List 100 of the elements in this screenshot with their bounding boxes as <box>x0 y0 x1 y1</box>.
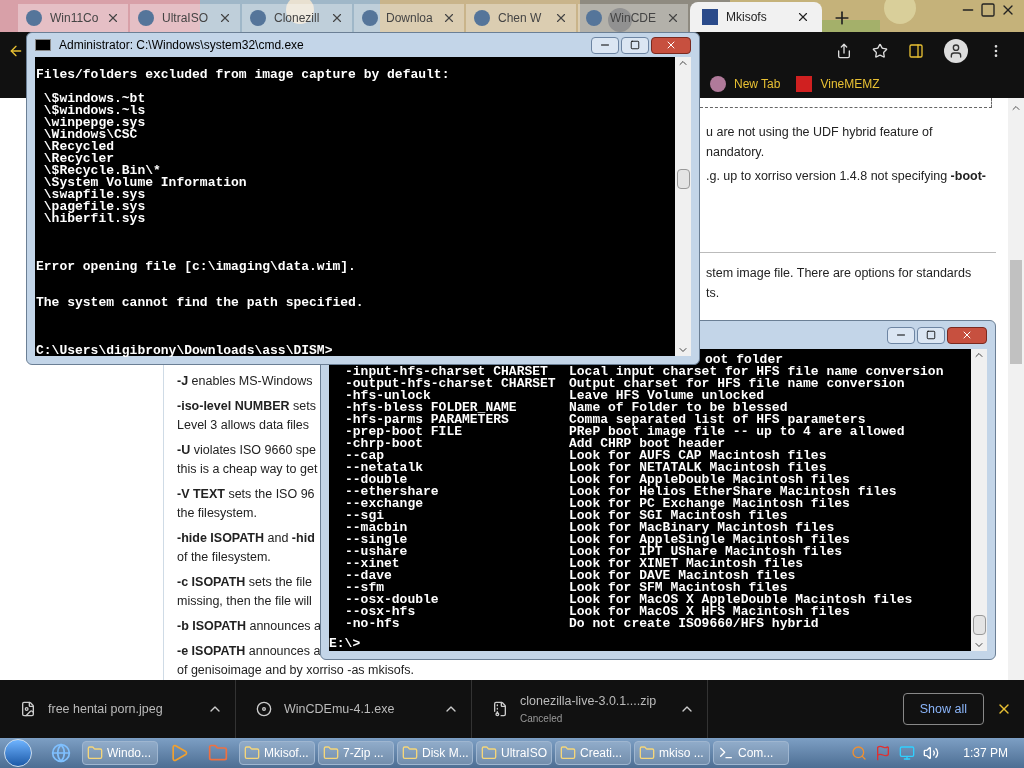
article-text: nandatory. <box>706 145 765 159</box>
option-description: Look for SGI Macintosh files <box>569 510 788 522</box>
console-line: The system cannot find the path specified. <box>36 297 364 309</box>
console-line: \$windows.~bt <box>42 93 146 105</box>
option-text: --macbin <box>345 522 408 534</box>
side-panel-icon[interactable] <box>908 43 924 59</box>
console-line: \System Volume Information <box>42 177 247 189</box>
option-description: Look for IPT UShare Macintosh files <box>569 546 843 558</box>
close-icon <box>961 329 973 341</box>
close-icon[interactable] <box>218 11 232 25</box>
option-text: --osx-hfs <box>345 606 416 618</box>
option-description: Add CHRP boot header <box>569 438 726 450</box>
option-description: Look for NETATALK Macintosh files <box>569 462 827 474</box>
close-icon[interactable] <box>330 11 344 25</box>
tab-title: Chen W <box>498 10 543 27</box>
tab-favicon-icon <box>702 9 718 25</box>
console-line: \Windows\CSC <box>42 129 138 141</box>
scrollbar-thumb[interactable] <box>1010 260 1022 364</box>
option-description: Comma separated list of HFS parameters <box>569 414 866 426</box>
option-description: Look for PC Exchange Macintosh files <box>569 498 850 510</box>
article-text: missing, then the file will <box>177 593 312 610</box>
console-line: \hiberfil.sys <box>42 213 146 225</box>
option-text: --netatalk <box>345 462 423 474</box>
option-text: --sfm <box>345 582 384 594</box>
tab-title: Win11Co <box>50 10 98 27</box>
option-text: --xinet <box>345 558 400 570</box>
restore-icon[interactable] <box>980 2 996 18</box>
console-line: Files/folders excluded from image capture by default: <box>36 69 450 81</box>
article-text: -c ISOPATH sets the file <box>177 574 312 591</box>
app-icon <box>402 745 418 761</box>
browser-tab[interactable]: UltraISO <box>130 4 240 32</box>
app-icon <box>639 745 655 761</box>
option-text: -hfs-parms PARAMETERS <box>345 414 509 426</box>
maximize-icon <box>926 330 936 340</box>
option-text: -hfs-bless FOLDER_NAME <box>345 402 517 414</box>
scrollbar-thumb[interactable] <box>676 169 690 189</box>
minimize-button[interactable] <box>591 36 619 54</box>
option-description: oot folder <box>705 354 783 366</box>
close-button[interactable] <box>947 326 987 344</box>
share-icon[interactable] <box>836 43 852 59</box>
download-name: WinCDEmu-4.1.exe <box>284 700 396 718</box>
article-text: -V TEXT sets the ISO 96 <box>177 486 315 503</box>
clock[interactable]: 1:37 PM <box>963 744 1008 762</box>
option-description: Output charset for HFS file name conversion <box>569 378 905 390</box>
article-text: of genisoimage and by xorriso -as mkisofs. <box>177 662 414 679</box>
option-description: Look for MacOS X AppleDouble Macintosh files <box>569 594 913 606</box>
article-text: -J enables MS-Windows <box>177 373 313 390</box>
close-icon[interactable] <box>554 11 568 25</box>
close-icon[interactable] <box>106 11 120 25</box>
browser-tab[interactable]: Downloa <box>354 4 464 32</box>
option-description: Look for AppleSingle Macintosh files <box>569 534 850 546</box>
back-icon[interactable] <box>8 43 24 59</box>
command-prompt: E:\> <box>329 638 361 650</box>
browser-tab[interactable]: Win11Co <box>18 4 128 32</box>
maximize-button[interactable] <box>917 326 945 344</box>
article-text: the filesystem. <box>177 505 257 522</box>
scrollbar[interactable] <box>1008 98 1024 680</box>
show-all-button[interactable]: Show all <box>902 693 984 725</box>
article-text: -hide ISOPATH and -hid <box>177 530 315 547</box>
option-text: --exchange <box>345 498 423 510</box>
option-description: Look for AppleDouble Macintosh files <box>569 474 850 486</box>
console-line: \pagefile.sys <box>42 201 146 213</box>
option-text: --sgi <box>345 510 384 522</box>
maximize-button[interactable] <box>621 36 649 54</box>
bookmark-link[interactable]: New Tab <box>710 75 781 93</box>
browser-tab[interactable]: Chen W <box>466 4 576 32</box>
article-text: .g. up to xorriso version 1.4.8 not specifying -boot- <box>706 169 986 183</box>
download-name: free hentai porn.jpeg <box>48 700 164 718</box>
article-text: of the filesystem. <box>177 549 271 566</box>
scrollbar[interactable] <box>675 57 691 356</box>
option-description: Look for AUFS CAP Macintosh files <box>569 450 827 462</box>
console-line: \winpepge.sys <box>42 117 146 129</box>
close-button[interactable] <box>651 36 691 54</box>
option-text: -input-hfs-charset CHARSET <box>345 366 548 378</box>
option-description: PReP boot image file -- up to 4 are allowed <box>569 426 905 438</box>
option-description: Look for MacBinary Macintosh files <box>569 522 835 534</box>
minimize-button[interactable] <box>887 326 915 344</box>
browser-tab[interactable]: Clonezill <box>242 4 352 32</box>
bookmark-link[interactable]: VineMEMZ <box>796 75 880 93</box>
article-text: stem image file. There are options for standards <box>706 266 972 280</box>
option-text: --ethershare <box>345 486 439 498</box>
option-text: --osx-double <box>345 594 439 606</box>
scrollbar[interactable] <box>971 349 987 651</box>
option-description: Look for MacOS X HFS Macintosh files <box>569 606 850 618</box>
browser-tab[interactable]: Mkisofs <box>690 2 822 32</box>
tab-title: UltraISO <box>162 10 209 27</box>
scrollbar-thumb[interactable] <box>972 615 986 635</box>
start-button[interactable] <box>4 739 32 767</box>
close-icon[interactable] <box>796 10 810 24</box>
browser-tab[interactable]: WinCDE <box>578 4 688 32</box>
bookmark-star-icon[interactable] <box>872 43 888 59</box>
option-text: --ushare <box>345 546 408 558</box>
app-icon <box>560 745 576 761</box>
option-description: Look for XINET Macintosh files <box>569 558 804 570</box>
speaker-icon[interactable] <box>923 745 940 761</box>
option-description: Leave HFS Volume unlocked <box>569 390 765 402</box>
maximize-icon <box>630 40 640 50</box>
profile-icon[interactable] <box>944 39 968 63</box>
close-icon[interactable] <box>442 11 456 25</box>
tab-title: Mkisofs <box>726 9 768 26</box>
